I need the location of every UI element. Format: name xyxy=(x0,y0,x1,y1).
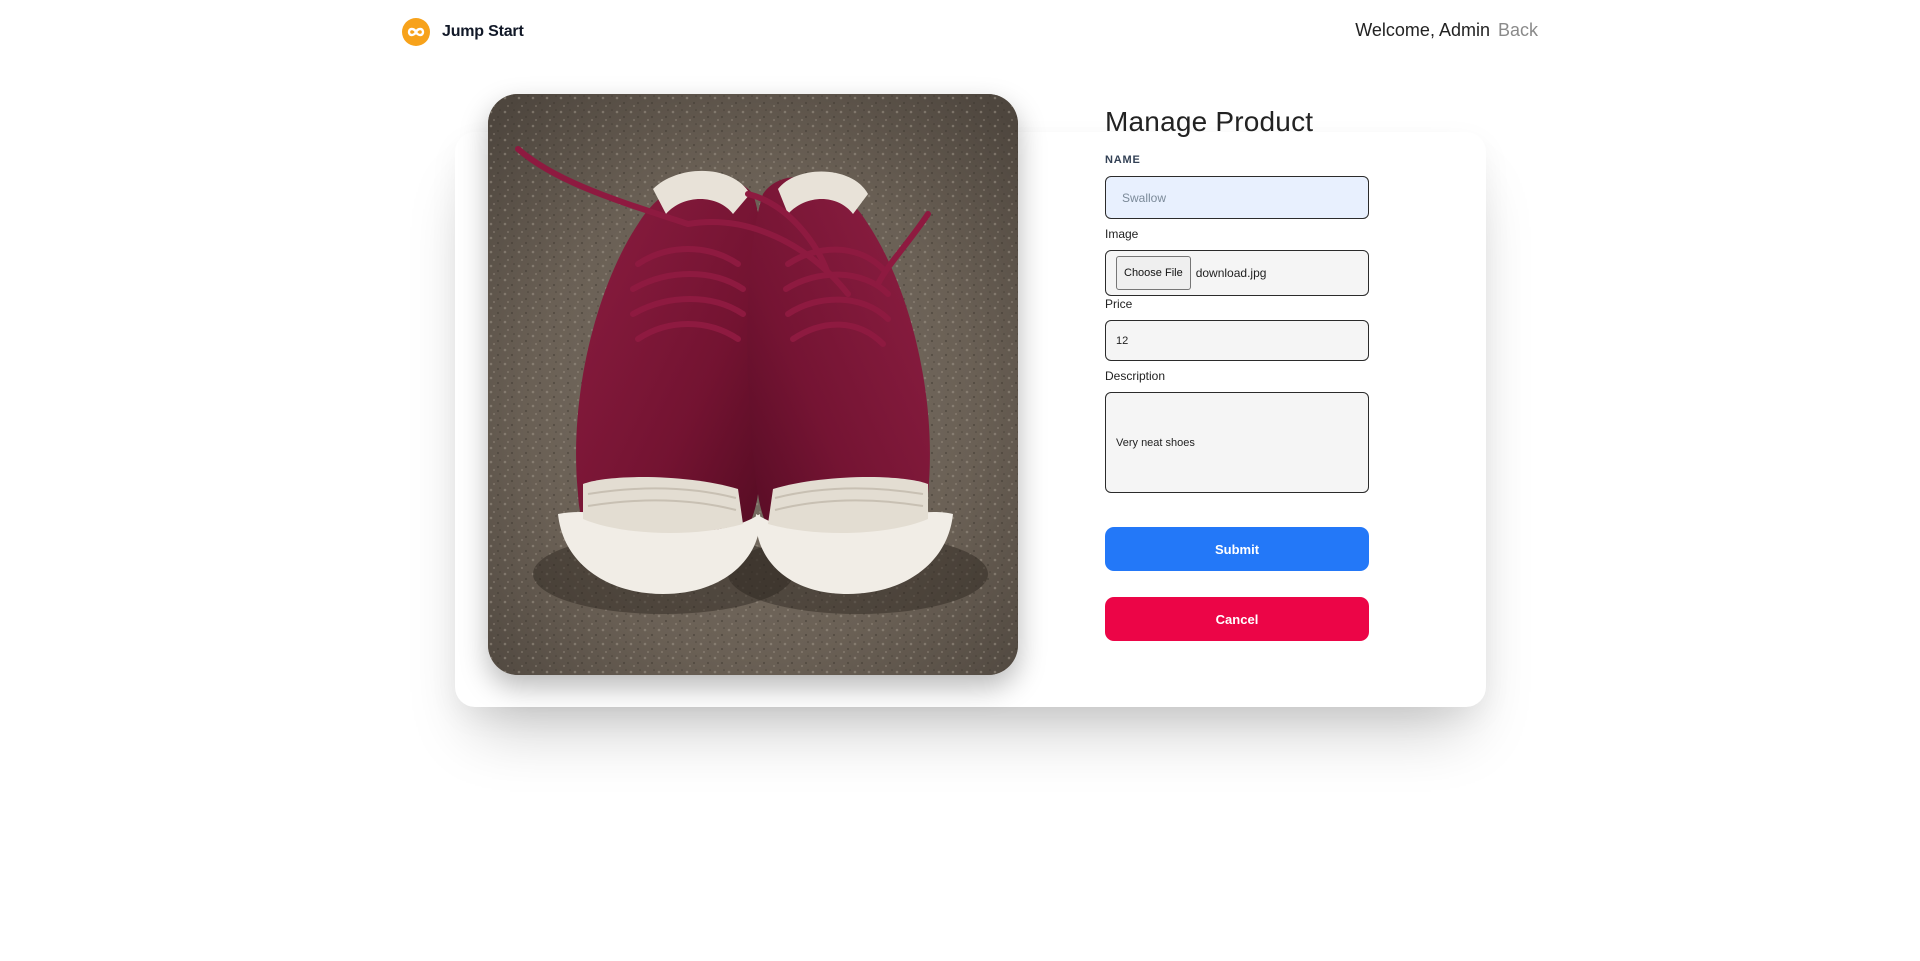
price-label: Price xyxy=(1105,297,1133,311)
form-title: Manage Product xyxy=(1105,106,1314,137)
image-file-input[interactable]: Choose File download.jpg xyxy=(1105,250,1369,296)
product-image xyxy=(488,94,1018,675)
image-label: Image xyxy=(1105,227,1139,241)
description-text: Very neat shoes xyxy=(1116,436,1195,449)
name-label: NAME xyxy=(1105,154,1141,166)
price-input[interactable] xyxy=(1105,320,1369,361)
brand[interactable]: Jump Start xyxy=(402,16,524,48)
description-textarea[interactable]: Very neat shoes xyxy=(1105,392,1369,493)
submit-button[interactable]: Submit xyxy=(1105,527,1369,571)
top-header: Jump Start Welcome, Admin Back xyxy=(0,0,1920,64)
name-input[interactable] xyxy=(1105,176,1369,219)
description-label: Description xyxy=(1105,369,1166,383)
welcome-text: Welcome, Admin xyxy=(1355,20,1490,40)
cancel-button[interactable]: Cancel xyxy=(1105,597,1369,641)
file-name: download.jpg xyxy=(1195,266,1267,280)
manage-product-form: Manage Product NAME Image Choose File do… xyxy=(1105,100,1369,641)
header-nav: Welcome, Admin Back xyxy=(1355,20,1538,41)
back-link[interactable]: Back xyxy=(1498,20,1538,41)
brand-name: Jump Start xyxy=(442,23,524,40)
choose-file-button[interactable]: Choose File xyxy=(1116,256,1191,290)
infinity-logo-icon xyxy=(402,16,430,48)
